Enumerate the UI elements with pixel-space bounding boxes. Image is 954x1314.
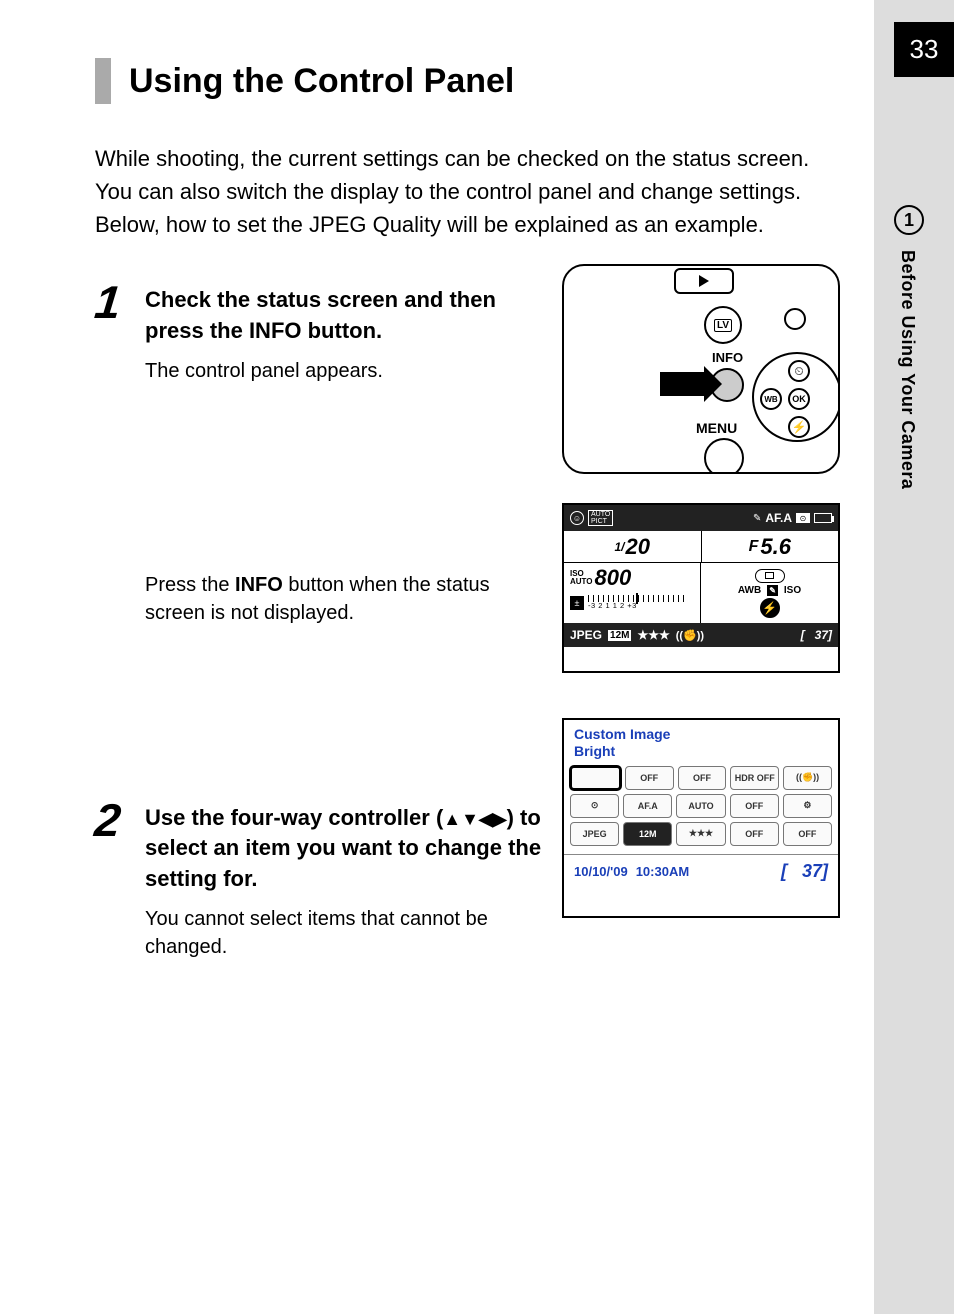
menu-button-icon bbox=[704, 438, 744, 474]
status-screen-diagram: ☺ AUTOPICT ✎ AF.A ⊙ 1/20 F5.6 ISOAUTO 80… bbox=[562, 503, 840, 673]
battery-icon bbox=[814, 513, 832, 523]
control-panel-grid: OFF OFF HDR OFF ((✊)) ⊙ AF.A AUTO OFF ⚙ … bbox=[564, 762, 838, 854]
iso-ev-row: ISOAUTO 800 ± -3 2 1 1 2 +3 AWB ✎ IS bbox=[564, 563, 838, 623]
text: button. bbox=[302, 318, 383, 343]
flash-mode-icon: ⚡ bbox=[760, 598, 780, 618]
shutter-speed: 1/20 bbox=[564, 531, 702, 562]
time-label: 10:30AM bbox=[636, 864, 689, 879]
grid-cell: ⚙ bbox=[783, 794, 832, 818]
grid-cell-jpeg: JPEG bbox=[570, 822, 619, 846]
lv-label: LV bbox=[714, 319, 732, 332]
flash-button-icon: ⚡ bbox=[788, 416, 810, 438]
timer-button-icon: ⏲ bbox=[788, 360, 810, 382]
grid-cell: OFF bbox=[730, 822, 779, 846]
grid-cell: OFF bbox=[625, 766, 674, 790]
ev-bar: ± -3 2 1 1 2 +3 bbox=[570, 595, 694, 610]
drive-mode-icon bbox=[755, 569, 785, 583]
face-icon: ☺ bbox=[570, 511, 584, 525]
shake-reduction-icon: ((✊)) bbox=[676, 629, 704, 642]
chapter-label: Before Using Your Camera bbox=[897, 250, 918, 489]
menu-label: MENU bbox=[696, 420, 737, 436]
aperture: F5.6 bbox=[702, 531, 839, 562]
title-accent bbox=[95, 58, 111, 104]
jpeg-label: JPEG bbox=[570, 628, 602, 642]
text: Use the four-way controller ( bbox=[145, 805, 443, 830]
grid-cell: OFF bbox=[783, 822, 832, 846]
arrow-glyphs: ▲▼◀▶ bbox=[443, 809, 506, 829]
grid-cell-custom-image bbox=[570, 766, 621, 790]
date-label: 10/10/'09 bbox=[574, 864, 628, 879]
intro-paragraph: While shooting, the current settings can… bbox=[95, 142, 845, 241]
pointer-arrow-icon bbox=[660, 372, 708, 396]
info-label: INFO bbox=[249, 318, 302, 343]
awb-label: AWB bbox=[738, 585, 761, 596]
play-button-icon bbox=[674, 268, 734, 294]
quality-stars: ★★★ bbox=[637, 628, 669, 642]
megapixel-label: 12M bbox=[608, 630, 631, 641]
info-label: INFO bbox=[712, 350, 743, 365]
control-panel-title: Custom Image bbox=[574, 726, 828, 743]
step-1-sub: The control panel appears. bbox=[145, 357, 555, 385]
control-panel-header: Custom Image Bright bbox=[564, 720, 838, 762]
step-1-extra: Press the INFO button when the status sc… bbox=[145, 571, 555, 627]
auto-pict-icon: AUTOPICT bbox=[588, 510, 613, 526]
grid-cell: AF.A bbox=[623, 794, 672, 818]
remaining-shots: 37] bbox=[815, 628, 832, 642]
status-top-bar: ☺ AUTOPICT ✎ AF.A ⊙ bbox=[564, 505, 838, 531]
af-point-icon bbox=[784, 308, 806, 330]
ev-scale: -3 2 1 1 2 +3 bbox=[588, 602, 684, 610]
bracket: [ bbox=[781, 861, 787, 881]
af-mode-label: AF.A bbox=[765, 511, 792, 525]
control-panel-value: Bright bbox=[574, 743, 828, 760]
grid-cell-stars: ★★★ bbox=[676, 822, 725, 846]
grid-cell: AUTO bbox=[676, 794, 725, 818]
grid-cell: OFF bbox=[678, 766, 727, 790]
title-text: Using the Control Panel bbox=[129, 62, 514, 101]
camera-back-diagram: LV INFO MENU OK WB ⏲ ⚡ bbox=[562, 264, 840, 474]
iso-value: ISOAUTO 800 bbox=[570, 565, 694, 591]
custom-image-icon: ✎ bbox=[753, 513, 761, 524]
step-number: 1 bbox=[93, 279, 148, 325]
step-2-heading: Use the four-way controller (▲▼◀▶) to se… bbox=[145, 803, 555, 895]
grid-cell: OFF bbox=[730, 794, 779, 818]
bracket: [ bbox=[801, 628, 805, 642]
remaining-shots: 37] bbox=[802, 861, 828, 881]
lv-button-icon: LV bbox=[704, 306, 742, 344]
section-title: Using the Control Panel bbox=[95, 58, 845, 104]
grid-cell: HDR OFF bbox=[730, 766, 779, 790]
status-bottom-bar: JPEG 12M ★★★ ((✊)) [ 37] bbox=[564, 623, 838, 647]
info-label: INFO bbox=[235, 574, 283, 596]
grid-cell-megapixel: 12M bbox=[623, 822, 672, 846]
chapter-number-badge: 1 bbox=[894, 205, 924, 235]
metering-icon: ⊙ bbox=[796, 513, 810, 523]
wb-button-icon: WB bbox=[760, 388, 782, 410]
ev-comp-icon: ± bbox=[570, 596, 584, 610]
exposure-row: 1/20 F5.6 bbox=[564, 531, 838, 563]
four-way-controller-icon: OK WB ⏲ ⚡ bbox=[752, 352, 840, 442]
control-panel-diagram: Custom Image Bright OFF OFF HDR OFF ((✊)… bbox=[562, 718, 840, 918]
text: Press the bbox=[145, 574, 235, 596]
iso-label: ISO bbox=[784, 585, 801, 596]
ok-button-icon: OK bbox=[788, 388, 810, 410]
step-2-sub: You cannot select items that cannot be c… bbox=[145, 905, 555, 961]
control-panel-footer: 10/10/'09 10:30AM [ 37] bbox=[564, 854, 838, 888]
step-number: 2 bbox=[93, 797, 148, 843]
grid-cell-metering-icon: ⊙ bbox=[570, 794, 619, 818]
step-1-heading: Check the status screen and then press t… bbox=[145, 285, 555, 347]
custom-image-mini-icon: ✎ bbox=[767, 585, 778, 596]
side-tab: 33 1 Before Using Your Camera bbox=[874, 0, 954, 1314]
page-number: 33 bbox=[894, 22, 954, 77]
grid-cell-shake-icon: ((✊)) bbox=[783, 766, 832, 790]
